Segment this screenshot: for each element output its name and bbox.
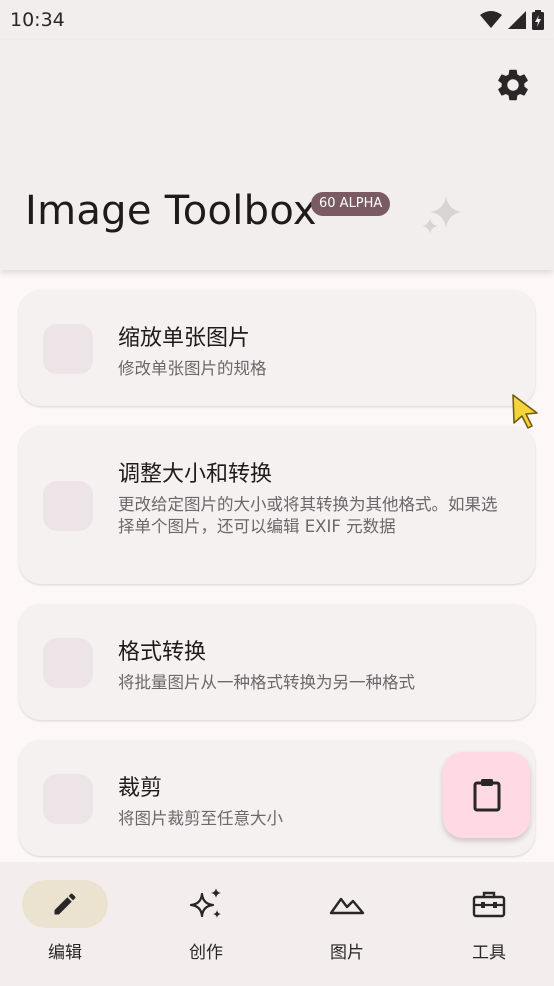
card-title: 裁剪 (118, 776, 163, 801)
card-format-convert[interactable]: 格式转换 将批量图片从一种格式转换为另一种格式 (19, 604, 535, 720)
nav-indicator (304, 880, 390, 928)
card-title: 缩放单张图片 (118, 326, 251, 351)
card-resize-convert[interactable]: 调整大小和转换 更改给定图片的大小或将其转换为其他格式。如果选择单个图片，还可以… (19, 426, 535, 584)
status-time: 10:34 (10, 9, 65, 31)
nav-indicator (22, 880, 108, 928)
card-title: 调整大小和转换 (118, 462, 273, 487)
card-resize-single[interactable]: 缩放单张图片 修改单张图片的规格 (19, 290, 535, 406)
card-description: 将图片裁剪至任意大小 (118, 809, 283, 828)
clipboard-icon (473, 779, 500, 812)
settings-button[interactable] (494, 66, 532, 104)
card-icon-placeholder (43, 638, 93, 688)
nav-indicator (446, 880, 532, 928)
sparkles-icon (189, 888, 221, 918)
battery-icon (532, 10, 544, 30)
card-description: 将批量图片从一种格式转换为另一种格式 (118, 673, 415, 692)
nav-item-images[interactable]: 图片 (287, 880, 407, 963)
nav-label: 图片 (330, 943, 364, 963)
mountains-icon (329, 897, 365, 915)
card-icon-placeholder (43, 481, 93, 531)
version-badge: 60 ALPHA (311, 192, 391, 216)
toolbox-icon (472, 891, 506, 918)
wifi-icon (480, 11, 502, 28)
nav-indicator (163, 880, 249, 928)
status-bar: 10:34 (0, 0, 554, 40)
app-title: Image Toolbox (25, 188, 317, 234)
gear-icon (498, 69, 528, 101)
card-icon-placeholder (43, 324, 93, 374)
nav-item-tools[interactable]: 工具 (429, 880, 549, 963)
nav-label: 编辑 (48, 943, 82, 963)
nav-label: 工具 (472, 943, 506, 963)
signal-icon (508, 11, 526, 29)
cursor-pointer-icon (512, 394, 538, 429)
status-icons (480, 10, 544, 30)
nav-item-create[interactable]: 创作 (146, 880, 266, 963)
card-icon-placeholder (43, 774, 93, 824)
paste-fab-button[interactable] (443, 752, 530, 838)
sparkle-icon (422, 196, 462, 234)
card-title: 格式转换 (118, 640, 207, 665)
bottom-navigation: 编辑 创作 图片 工具 (0, 862, 554, 986)
card-description: 更改给定图片的大小或将其转换为其他格式。如果选择单个图片，还可以编辑 EXIF … (118, 495, 498, 536)
nav-label: 创作 (189, 943, 223, 963)
app-header: Image Toolbox 60 ALPHA (0, 40, 554, 270)
pencil-icon (54, 893, 76, 915)
nav-item-edit[interactable]: 编辑 (5, 880, 125, 963)
card-description: 修改单张图片的规格 (118, 359, 267, 378)
